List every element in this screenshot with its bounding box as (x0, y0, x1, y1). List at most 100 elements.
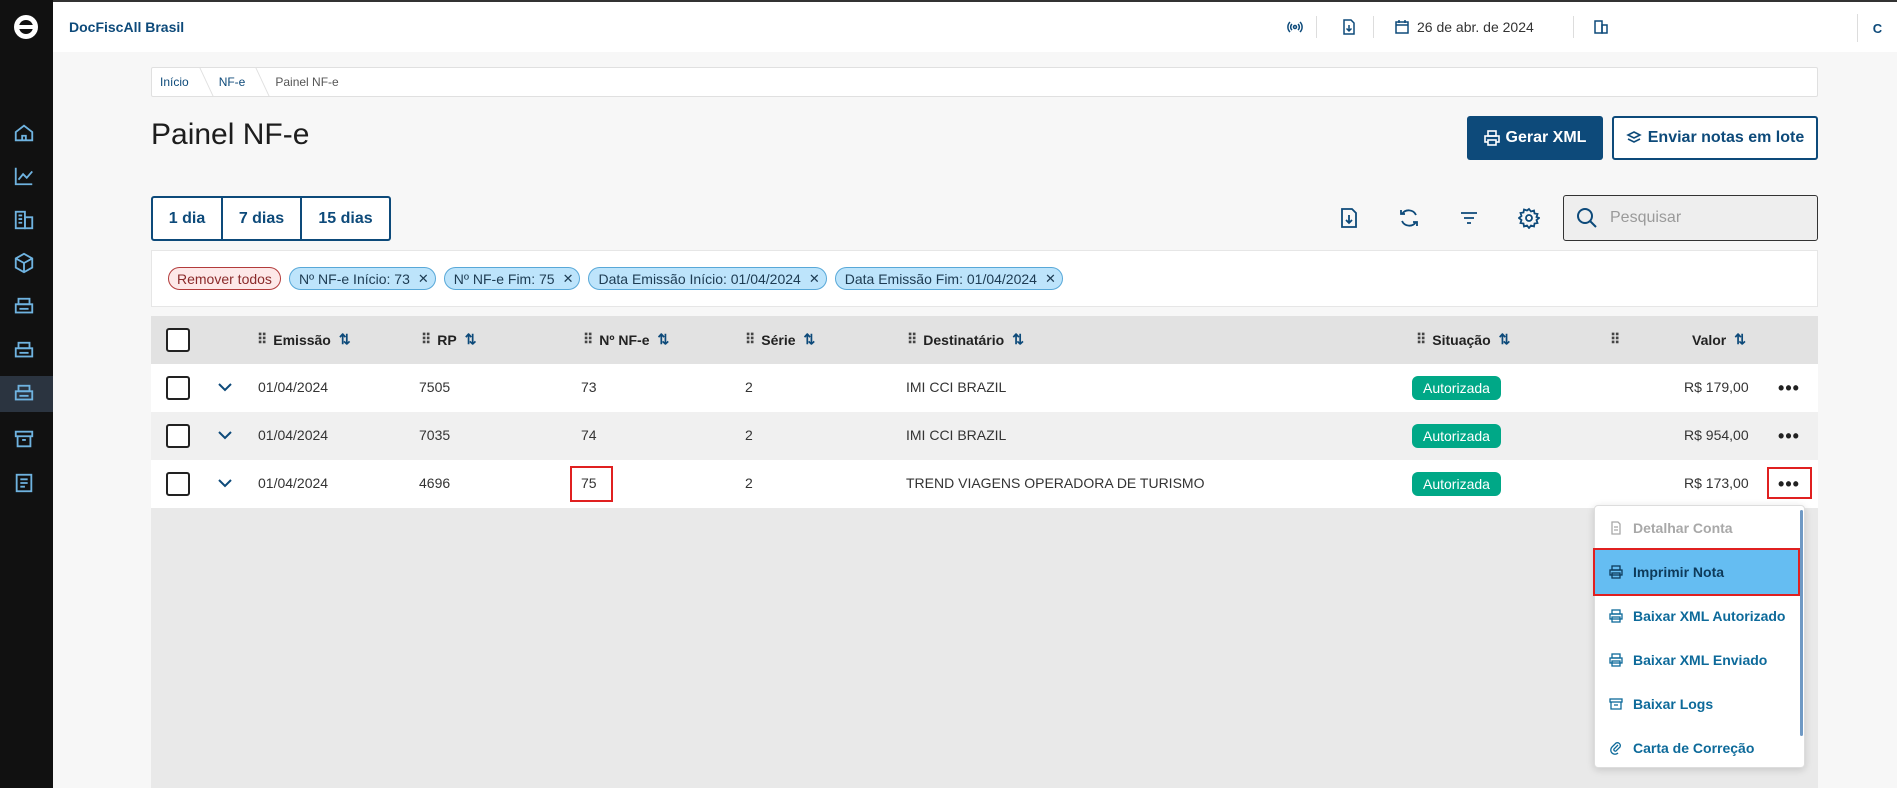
close-icon[interactable]: ✕ (809, 271, 820, 287)
close-icon[interactable]: ✕ (563, 271, 574, 287)
archive-icon[interactable] (12, 427, 36, 451)
app-title: DocFiscAll Brasil (69, 19, 185, 35)
enviar-lote-button[interactable]: Enviar notas em lote (1612, 116, 1818, 160)
menu-scrollbar[interactable] (1800, 510, 1803, 736)
column-destinatario[interactable]: ⠿ Destinatário ⇅ (907, 331, 1024, 348)
close-icon[interactable]: ✕ (418, 271, 429, 287)
cell-nfe: 73 (581, 379, 597, 395)
enviar-lote-label: Enviar notas em lote (1647, 129, 1805, 146)
sort-icon[interactable]: ⇅ (339, 331, 351, 348)
more-actions-icon[interactable]: ••• (1774, 424, 1804, 448)
highlight-box (570, 466, 613, 502)
row-checkbox[interactable] (166, 424, 190, 448)
column-nfe[interactable]: ⠿ Nº NF-e ⇅ (583, 331, 669, 348)
sort-icon[interactable]: ⇅ (465, 331, 477, 348)
drag-handle-icon[interactable]: ⠿ (257, 331, 267, 348)
gerar-xml-button[interactable]: Gerar XML (1467, 116, 1603, 160)
broadcast-icon[interactable] (1286, 18, 1304, 36)
search-input[interactable] (1610, 209, 1800, 227)
row-checkbox[interactable] (166, 472, 190, 496)
paperclip-icon (1610, 742, 1621, 755)
menu-item-carta-correcao[interactable]: Carta de Correção (1595, 726, 1798, 770)
menu-item-baixar-logs[interactable]: Baixar Logs (1595, 682, 1798, 726)
period-1-dia[interactable]: 1 dia (153, 198, 223, 239)
column-situacao[interactable]: ⠿ Situação ⇅ (1416, 331, 1510, 348)
printer-icon (1609, 609, 1623, 623)
chart-icon[interactable] (12, 164, 36, 188)
table-row[interactable]: 01/04/2024 4696 75 2 TREND VIAGENS OPERA… (151, 460, 1818, 508)
column-label: RP (437, 331, 457, 348)
sort-icon[interactable]: ⇅ (658, 331, 670, 348)
sort-icon[interactable]: ⇅ (1734, 331, 1746, 348)
chevron-down-icon[interactable] (216, 426, 234, 444)
receipt-icon[interactable] (12, 471, 36, 495)
menu-item-baixar-xml-enviado[interactable]: Baixar XML Enviado (1595, 638, 1798, 682)
menu-item-label: Detalhar Conta (1633, 520, 1733, 536)
export-icon[interactable] (1337, 206, 1361, 230)
breadcrumb: Início NF-e Painel NF-e (151, 67, 1818, 97)
column-valor[interactable]: Valor ⇅ (1692, 331, 1746, 348)
filter-chip: Data Emissão Início: 01/04/2024 ✕ (588, 267, 827, 290)
table-row[interactable]: 01/04/2024 7505 73 2 IMI CCI BRAZIL Auto… (151, 364, 1818, 412)
drag-handle-icon[interactable]: ⠿ (907, 331, 917, 348)
sort-icon[interactable]: ⇅ (1499, 331, 1511, 348)
column-serie[interactable]: ⠿ Série ⇅ (745, 331, 815, 348)
filter-chip-label: Data Emissão Fim: 01/04/2024 (844, 270, 1037, 287)
breadcrumb-nfe[interactable]: NF-e (219, 75, 246, 89)
company-icon[interactable] (1592, 18, 1610, 36)
building-icon[interactable] (12, 208, 36, 232)
column-emissao[interactable]: ⠿ Emissão ⇅ (257, 331, 351, 348)
period-7-dias[interactable]: 7 dias (223, 198, 302, 239)
nfce-printer-icon[interactable] (12, 339, 36, 363)
select-all-checkbox[interactable] (166, 328, 190, 352)
close-icon[interactable]: ✕ (1045, 271, 1056, 287)
column-label: Destinatário (923, 331, 1005, 348)
chevron-down-icon[interactable] (216, 474, 234, 492)
document-icon (1611, 521, 1621, 535)
app-logo-icon[interactable] (12, 13, 40, 41)
more-actions-icon[interactable]: ••• (1774, 376, 1804, 400)
period-15-dias[interactable]: 15 dias (302, 198, 389, 239)
cell-destinatario: IMI CCI BRAZIL (906, 379, 1007, 395)
home-icon[interactable] (12, 121, 36, 145)
cell-valor: R$ 954,00 (1684, 427, 1749, 443)
layers-icon (1625, 131, 1642, 143)
sort-icon[interactable]: ⇅ (1012, 331, 1024, 348)
user-avatar[interactable]: C (1857, 14, 1897, 42)
column-extra[interactable]: ⠿ (1610, 331, 1620, 348)
menu-item-baixar-xml-autorizado[interactable]: Baixar XML Autorizado (1595, 594, 1798, 638)
table-empty-area (151, 508, 1818, 788)
cell-valor: R$ 173,00 (1684, 475, 1749, 491)
refresh-icon[interactable] (1397, 206, 1421, 230)
box-icon[interactable] (12, 251, 36, 275)
chevron-down-icon[interactable] (216, 378, 234, 396)
row-checkbox[interactable] (166, 376, 190, 400)
drag-handle-icon[interactable]: ⠿ (583, 331, 593, 348)
nfe-printer-icon[interactable] (12, 382, 36, 406)
status-badge: Autorizada (1412, 424, 1501, 448)
sort-icon[interactable]: ⇅ (804, 331, 816, 348)
gerar-xml-label: Gerar XML (1505, 129, 1587, 146)
remove-all-filters-button[interactable]: Remover todos (168, 267, 281, 290)
table-header: ⠿ Emissão ⇅ ⠿ RP ⇅ ⠿ Nº NF-e ⇅ ⠿ Série ⇅ ⠿ Destin… (151, 316, 1818, 364)
calendar-icon (1393, 18, 1411, 36)
drag-handle-icon[interactable]: ⠿ (421, 331, 431, 348)
cell-serie: 2 (745, 379, 753, 395)
drag-handle-icon[interactable]: ⠿ (1610, 331, 1620, 348)
highlight-box (1767, 467, 1812, 499)
drag-handle-icon[interactable]: ⠿ (745, 331, 755, 348)
nfse-printer-icon[interactable] (12, 295, 36, 319)
menu-item-label: Baixar Logs (1633, 696, 1714, 712)
settings-gear-icon[interactable] (1517, 206, 1541, 230)
breadcrumb-home[interactable]: Início (160, 75, 189, 89)
drag-handle-icon[interactable]: ⠿ (1416, 331, 1426, 348)
table-row[interactable]: 01/04/2024 7035 74 2 IMI CCI BRAZIL Auto… (151, 412, 1818, 460)
download-document-icon[interactable] (1340, 18, 1358, 36)
cell-emissao: 01/04/2024 (258, 379, 329, 395)
filter-icon[interactable] (1457, 206, 1481, 230)
printer-icon (1609, 653, 1623, 667)
menu-item-label: Baixar XML Autorizado (1633, 608, 1786, 624)
column-rp[interactable]: ⠿ RP ⇅ (421, 331, 476, 348)
divider (1373, 16, 1374, 38)
menu-item-detalhar-conta: Detalhar Conta (1595, 506, 1798, 550)
